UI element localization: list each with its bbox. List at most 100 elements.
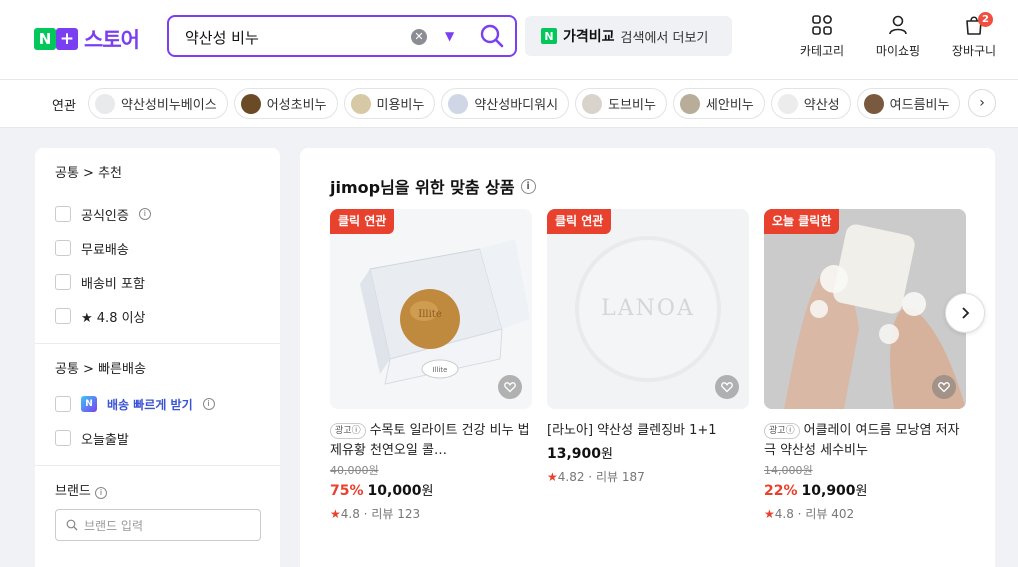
- filter-label: 배송 빠르게 받기: [107, 397, 193, 412]
- product-name[interactable]: 광고ⓘ 수목토 일라이트 건강 비누 법제유황 천연오일 콜…: [330, 421, 532, 461]
- filter-panel: 공통 > 추천 공식인증 i 무료배송 배송비 포함 ★ 4.8 이상 공통 >…: [35, 148, 280, 567]
- sale-price: 13,900: [547, 446, 602, 462]
- info-icon[interactable]: i: [520, 178, 536, 194]
- search-dropdown-button[interactable]: ▼: [445, 29, 459, 43]
- product-name[interactable]: 광고ⓘ 어클레이 여드름 모낭염 저자극 약산성 세수비누: [764, 421, 966, 461]
- cart-count-badge: 2: [978, 12, 993, 27]
- recommendation-title-text: jimop님을 위한 맞춤 상품: [330, 178, 515, 197]
- ad-label: 광고: [769, 426, 786, 436]
- myshopping-button[interactable]: 마이쇼핑: [866, 14, 930, 66]
- filter-shipping-included[interactable]: 배송비 포함: [55, 265, 260, 299]
- cart-button[interactable]: 2 장바구니: [942, 12, 1006, 66]
- product-brand-text: Illite: [418, 309, 442, 320]
- related-next-button[interactable]: ›: [968, 89, 996, 117]
- related-chip[interactable]: 약산성바디워시: [441, 88, 570, 119]
- product-card[interactable]: LANOA 클릭 연관 [라노아] 약산성 클렌징바 1+1 13,900원 ★…: [547, 209, 749, 485]
- favorite-button[interactable]: [715, 375, 739, 399]
- chip-thumbnail: [448, 93, 469, 114]
- clear-search-button[interactable]: ✕: [411, 29, 427, 45]
- rating-row: ★4.8 · 리뷰 402: [764, 507, 855, 521]
- rating-row: ★4.8 · 리뷰 123: [330, 507, 421, 521]
- related-chip[interactable]: 여드름비누: [856, 88, 961, 119]
- currency: 원: [421, 484, 434, 499]
- checkbox[interactable]: [55, 240, 71, 256]
- chip-thumbnail: [582, 93, 603, 114]
- filter-label: 오늘출발: [81, 432, 129, 448]
- myshopping-label: 마이쇼핑: [875, 44, 921, 58]
- click-related-tag: 클릭 연관: [547, 209, 612, 234]
- related-chip[interactable]: 세안비누: [672, 88, 765, 119]
- original-price: 14,000원: [764, 464, 813, 477]
- logo-plus-mark: +: [56, 28, 78, 50]
- checkbox[interactable]: [55, 274, 71, 290]
- filter-fast-delivery[interactable]: N 배송 빠르게 받기 i: [55, 387, 260, 421]
- favorite-button[interactable]: [498, 375, 522, 399]
- review-count: 리뷰 402: [805, 507, 855, 521]
- review-count: 리뷰 123: [371, 507, 421, 521]
- price-row: 75% 10,000원: [330, 480, 532, 499]
- filter-official[interactable]: 공식인증 i: [55, 197, 260, 231]
- related-chip[interactable]: 어성초비누: [233, 88, 338, 119]
- chip-label: 약산성비누베이스: [121, 98, 217, 113]
- rating-value: 4.8: [340, 507, 360, 521]
- cart-label: 장바구니: [951, 44, 997, 58]
- related-chip[interactable]: 미용비누: [343, 88, 436, 119]
- chip-label: 여드름비누: [889, 98, 950, 113]
- heart-icon: [721, 382, 733, 393]
- chip-label: 약산성: [803, 98, 840, 113]
- filter-today-ship[interactable]: 오늘출발: [55, 421, 260, 455]
- filter-free-shipping[interactable]: 무료배송: [55, 231, 260, 265]
- related-chip[interactable]: 약산성비누베이스: [88, 88, 228, 119]
- review-count: 리뷰 187: [595, 470, 645, 484]
- checkbox[interactable]: [55, 206, 71, 222]
- filter-head-brand: 브랜드 i: [55, 480, 260, 499]
- checkbox[interactable]: [55, 308, 71, 324]
- product-card[interactable]: Illite Illite 클릭 연관 광고ⓘ 수목토 일라이트 건강 비누 법제…: [330, 209, 532, 522]
- checkbox[interactable]: [55, 396, 71, 412]
- favorite-button[interactable]: [932, 375, 956, 399]
- chip-thumbnail: [95, 93, 115, 114]
- sale-price: 10,000: [367, 483, 422, 499]
- person-icon: [889, 15, 907, 35]
- product-image[interactable]: 오늘 클릭한: [764, 209, 966, 409]
- info-icon[interactable]: i: [95, 487, 108, 499]
- chip-thumbnail: [777, 93, 798, 114]
- product-brand-text: LANOA: [601, 296, 695, 321]
- ad-badge: 광고ⓘ: [330, 423, 366, 439]
- ad-label: 광고: [335, 426, 352, 436]
- category-button[interactable]: 카테고리: [790, 14, 854, 66]
- search-button[interactable]: [479, 23, 505, 49]
- discount-rate: 22%: [764, 483, 798, 499]
- discount-rate: 75%: [330, 483, 364, 499]
- filter-section-brand: 브랜드 i 브랜드 입력: [35, 466, 280, 541]
- chip-thumbnail: [863, 93, 884, 114]
- product-image[interactable]: Illite Illite 클릭 연관: [330, 209, 532, 409]
- related-label: 연관: [52, 99, 76, 114]
- filter-section-fast: 공통 > 빠른배송 N 배송 빠르게 받기 i 오늘출발: [35, 344, 280, 455]
- related-chips: 약산성비누베이스 어성초비누 미용비누 약산성바디워시 도브비누 세안비누 약산성 여드름비누: [88, 88, 961, 119]
- checkbox[interactable]: [55, 430, 71, 446]
- chip-label: 세안비누: [705, 98, 754, 113]
- related-chip[interactable]: 도브비누: [575, 88, 667, 119]
- related-chip[interactable]: 약산성: [770, 88, 851, 119]
- chip-label: 어성초비누: [266, 98, 327, 113]
- brand-search-field[interactable]: 브랜드 입력: [55, 509, 261, 541]
- search-input[interactable]: [185, 26, 405, 48]
- price-compare-button[interactable]: N 가격비교 검색에서 더보기: [525, 16, 732, 56]
- currency: 원: [855, 484, 868, 499]
- today-clicked-tag: 오늘 클릭한: [764, 209, 840, 234]
- info-icon[interactable]: i: [138, 208, 151, 220]
- naver-store-logo[interactable]: N + 스토어: [34, 24, 140, 54]
- info-icon[interactable]: i: [202, 398, 215, 410]
- related-keywords-bar: 연관 약산성비누베이스 어성초비누 미용비누 약산성바디워시 도브비누 세안비누 약산성 여드…: [0, 80, 1018, 128]
- price-row: 22% 10,900원: [764, 480, 966, 499]
- sale-price: 10,900: [801, 483, 856, 499]
- currency: 원: [601, 447, 613, 462]
- logo-text: 스토어: [84, 28, 140, 52]
- brand-head-label: 브랜드: [55, 484, 91, 499]
- product-image[interactable]: LANOA 클릭 연관: [547, 209, 749, 409]
- carousel-next-button[interactable]: [945, 293, 985, 333]
- compare-n-icon: N: [541, 28, 557, 44]
- filter-rating[interactable]: ★ 4.8 이상: [55, 299, 260, 333]
- product-card[interactable]: 오늘 클릭한 광고ⓘ 어클레이 여드름 모낭염 저자극 약산성 세수비누 14,0…: [764, 209, 966, 522]
